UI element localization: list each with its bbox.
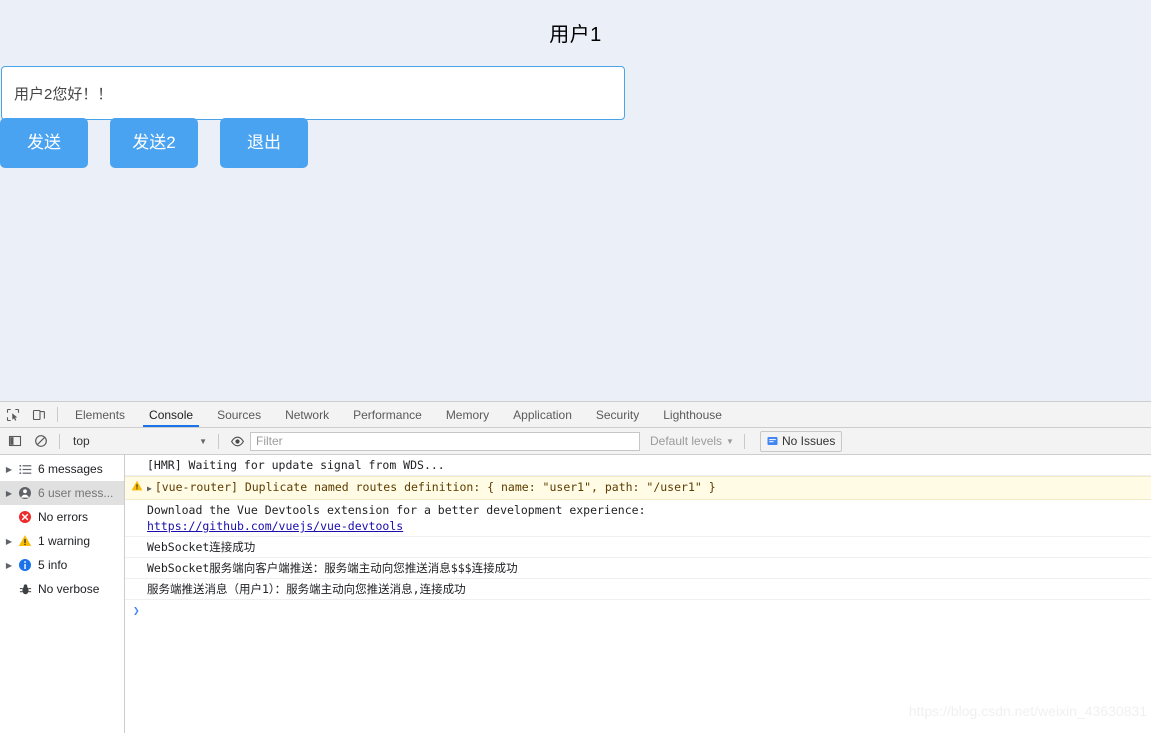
filterbar-divider-2 [218,433,219,449]
vue-devtools-link[interactable]: https://github.com/vuejs/vue-devtools [147,519,403,533]
console-message-text: [HMR] Waiting for update signal from WDS… [147,458,445,472]
chevron-right-icon[interactable]: ▶ [2,489,16,498]
error-icon [16,510,34,524]
warning-icon [16,534,34,548]
console-sidebar-toggle-icon[interactable] [2,434,28,448]
console-sidebar: ▶ 6 messages ▶ 6 user mess... No errors … [0,455,125,733]
tab-elements[interactable]: Elements [63,402,137,427]
console-message-row[interactable]: 服务端推送消息（用户1）：服务端主动向您推送消息,连接成功 [125,579,1151,600]
tab-performance[interactable]: Performance [341,402,434,427]
warning-icon [131,480,143,492]
sidebar-item-label: 5 info [38,558,68,572]
tab-application[interactable]: Application [501,402,584,427]
console-message-row[interactable]: WebSocket服务端向客户端推送：服务端主动向您推送消息$$$连接成功 [125,558,1151,579]
chevron-right-icon[interactable]: ▶ [2,465,16,474]
tab-security[interactable]: Security [584,402,651,427]
sidebar-item-user-messages[interactable]: ▶ 6 user mess... [0,481,124,505]
send-button[interactable]: 发送 [0,118,88,168]
console-prompt[interactable]: ❯ [125,600,1151,621]
console-message-text: WebSocket连接成功 [147,540,256,554]
console-message-text: Download the Vue Devtools extension for … [147,503,646,517]
toolbar-divider [57,407,58,422]
chevron-down-icon: ▼ [726,436,734,446]
sidebar-item-label: No errors [38,510,89,524]
sidebar-item-label: No verbose [38,582,100,596]
send2-button[interactable]: 发送2 [110,118,198,168]
list-icon [16,463,34,476]
tab-console[interactable]: Console [137,402,205,427]
info-icon [16,558,34,572]
message-input-wrapper [1,66,625,120]
filterbar-divider-1 [59,433,60,449]
expand-arrow-icon[interactable]: ▶ [147,484,152,493]
sidebar-item-messages[interactable]: ▶ 6 messages [0,457,124,481]
logout-button[interactable]: 退出 [220,118,308,168]
console-message-row[interactable]: WebSocket连接成功 [125,537,1151,558]
sidebar-item-label: 6 user mess... [38,486,114,500]
console-message-row[interactable]: Download the Vue Devtools extension for … [125,500,1151,537]
execution-context-select[interactable]: top ▼ [65,432,213,451]
chevron-right-icon[interactable]: ▶ [2,537,16,546]
log-levels-label: Default levels [650,434,723,448]
page-title: 用户1 [549,24,602,46]
sidebar-item-label: 1 warning [38,534,91,548]
tab-memory[interactable]: Memory [434,402,501,427]
console-message-text: 服务端推送消息（用户1）：服务端主动向您推送消息,连接成功 [147,582,466,596]
prompt-chevron-icon: ❯ [133,604,140,617]
console-message-row-warning[interactable]: ▶ [vue-router] Duplicate named routes def… [125,476,1151,500]
issues-icon [767,436,778,447]
device-toolbar-icon[interactable] [26,402,52,427]
issues-label: No Issues [781,434,836,448]
console-filter-input[interactable] [250,431,640,451]
log-levels-select[interactable]: Default levels ▼ [650,434,734,448]
live-expression-eye-icon[interactable] [224,434,250,449]
console-filter-bar: top ▼ Default levels ▼ No Iss [0,428,1151,455]
chevron-down-icon: ▼ [199,436,207,446]
console-message-list[interactable]: [HMR] Waiting for update signal from WDS… [125,455,1151,733]
action-button-row: 发送 发送2 退出 [0,118,308,168]
sidebar-item-info[interactable]: ▶ 5 info [0,553,124,577]
execution-context-label: top [73,434,90,448]
clear-console-icon[interactable] [28,434,54,448]
filterbar-divider-3 [743,433,745,449]
tab-lighthouse[interactable]: Lighthouse [651,402,734,427]
console-message-text: [vue-router] Duplicate named routes defi… [154,480,716,494]
sidebar-item-verbose[interactable]: ▶ No verbose [0,577,124,601]
sidebar-item-label: 6 messages [38,462,103,476]
message-input[interactable] [1,66,625,120]
console-message-text: WebSocket服务端向客户端推送：服务端主动向您推送消息$$$连接成功 [147,561,518,575]
console-message-row[interactable]: [HMR] Waiting for update signal from WDS… [125,455,1151,476]
tab-network[interactable]: Network [273,402,341,427]
inspect-element-icon[interactable] [0,402,26,427]
sidebar-item-warnings[interactable]: ▶ 1 warning [0,529,124,553]
sidebar-item-errors[interactable]: ▶ No errors [0,505,124,529]
issues-button[interactable]: No Issues [759,430,843,452]
web-page-content: 用户1 发送 发送2 退出 [0,0,1151,401]
console-body: ▶ 6 messages ▶ 6 user mess... No errors … [0,455,1151,733]
devtools-panel: Elements Console Sources Network Perform… [0,401,1151,733]
user-icon [16,486,34,500]
devtools-tabbar: Elements Console Sources Network Perform… [0,402,1151,428]
tab-sources[interactable]: Sources [205,402,273,427]
bug-icon [16,583,34,596]
chevron-right-icon[interactable]: ▶ [2,561,16,570]
